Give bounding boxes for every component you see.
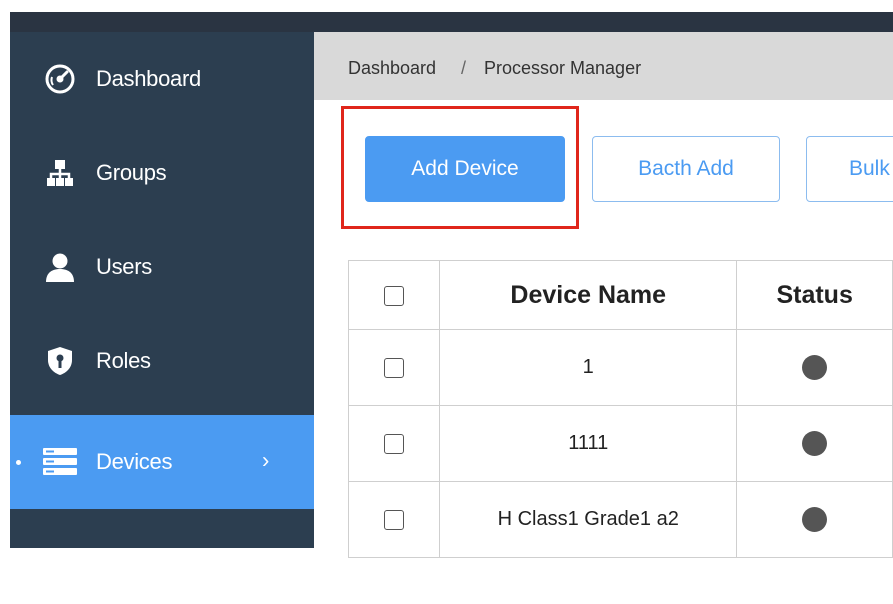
sidebar-item-label: Dashboard [96,66,201,91]
sidebar-item-label: Devices [96,449,173,474]
row-checkbox[interactable] [384,433,405,454]
groups-icon [42,155,78,191]
top-bar [10,12,893,32]
dashboard-icon [42,61,78,97]
server-icon [42,444,78,480]
user-icon [42,249,78,285]
sidebar-item-users[interactable]: Users [10,220,314,314]
row-checkbox[interactable] [384,509,405,530]
column-header-device-name[interactable]: Device Name [439,260,738,330]
sidebar-item-roles[interactable]: Roles [10,314,314,408]
row-checkbox[interactable] [384,357,405,378]
active-indicator-dot [16,460,21,465]
table-header-row: Device Name Status [347,260,893,330]
bulk-button[interactable]: Bulk [806,136,893,202]
breadcrumb-current: Processor Manager [484,58,642,78]
status-indicator [802,431,828,456]
frame-top [0,0,893,12]
select-all-checkbox[interactable] [384,285,405,306]
status-cell [736,329,893,406]
batch-add-button[interactable]: Bacth Add [592,136,780,202]
partial-icon [42,550,78,586]
table-row[interactable]: H Class1 Grade1 a2 [347,481,893,558]
column-header-status[interactable]: Status [736,260,893,330]
status-indicator [802,355,828,380]
row-select-cell [347,405,441,482]
frame-left [0,0,10,548]
breadcrumb-separator: / [461,58,467,78]
table-row[interactable]: 1111 [347,405,893,482]
main-content: Dashboard / Processor Manager Add Device… [314,32,893,558]
chevron-right-icon: › [262,447,270,473]
sidebar: Dashboard Groups Users Roles Devices › [10,32,314,566]
row-select-cell [347,481,441,558]
device-name-cell: 1111 [439,405,738,482]
device-name-cell: 1 [439,329,738,406]
status-cell [736,481,893,558]
table-row[interactable]: 1 [347,329,893,406]
sidebar-item-label: Users [96,254,152,279]
device-name-cell: H Class1 Grade1 a2 [439,481,738,558]
breadcrumb: Dashboard / Processor Manager [314,32,893,100]
sidebar-item-devices[interactable]: Devices › [10,415,314,509]
sidebar-item-label: Roles [96,348,151,373]
status-indicator [802,507,828,532]
sidebar-item-partial[interactable] [10,510,314,604]
add-device-button[interactable]: Add Device [365,136,565,202]
select-all-cell [347,260,441,330]
sidebar-item-dashboard[interactable]: Dashboard [10,32,314,126]
shield-icon [42,343,78,379]
row-select-cell [347,329,441,406]
sidebar-item-groups[interactable]: Groups [10,126,314,220]
breadcrumb-root[interactable]: Dashboard [348,58,436,79]
sidebar-item-label: Groups [96,160,167,185]
status-cell [736,405,893,482]
device-table: Device Name Status 1 1111 H Class1 Grade… [347,260,893,558]
